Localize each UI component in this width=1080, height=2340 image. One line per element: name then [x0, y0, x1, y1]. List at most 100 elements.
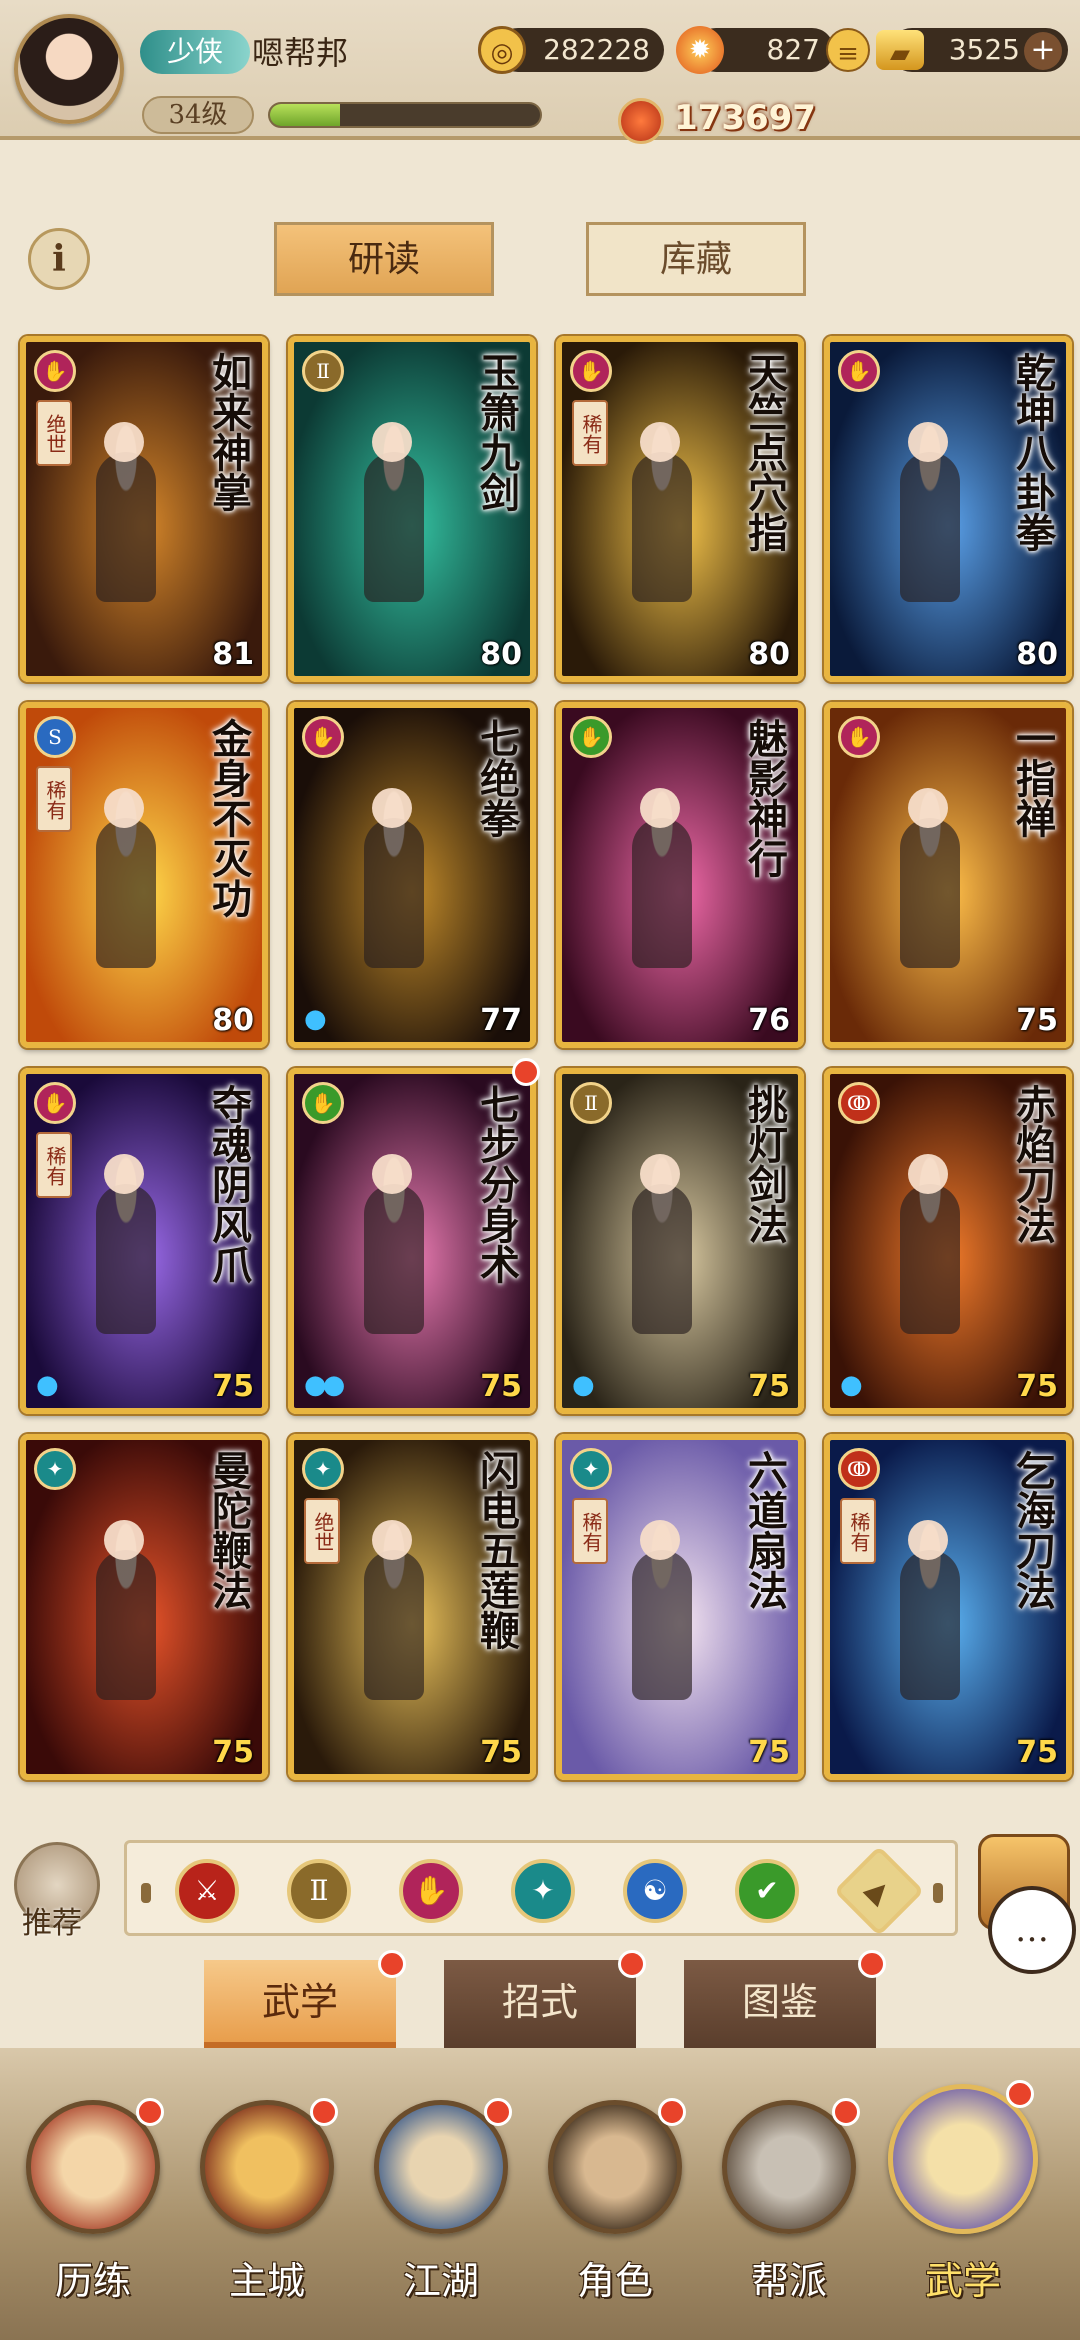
- coin-icon: ◎: [478, 26, 526, 74]
- notification-dot: [832, 2098, 860, 2126]
- nav-label: 帮派: [750, 2259, 827, 2303]
- nav-martial-arts[interactable]: 武学: [878, 2080, 1048, 2330]
- info-icon[interactable]: i: [28, 228, 90, 290]
- character-art: [66, 1144, 186, 1374]
- skill-level: 75: [1016, 1369, 1058, 1404]
- skill-name: 赤焰刀法: [1009, 1084, 1056, 1244]
- combat-power-icon: [618, 98, 664, 144]
- skill-card[interactable]: ✋ 七步分身术 75 ●●: [288, 1068, 536, 1414]
- player-avatar[interactable]: [14, 14, 124, 124]
- whip-filter-icon[interactable]: ✦: [511, 1859, 575, 1923]
- rarity-tag: 绝世: [36, 400, 72, 466]
- character-art: [602, 1144, 722, 1374]
- rarity-tag: 稀有: [572, 400, 608, 466]
- nav-training[interactable]: 历练: [8, 2098, 178, 2330]
- skill-card[interactable]: ✦ 稀有 六道扇法 75: [556, 1434, 804, 1780]
- saber-filter-icon[interactable]: ⚔: [175, 1859, 239, 1923]
- skill-name: 如来神掌: [205, 352, 252, 512]
- awaken-drop-icon: ●●: [304, 1370, 345, 1400]
- skill-card[interactable]: S 稀有 金身不灭功 80: [20, 702, 268, 1048]
- chat-bubble-icon[interactable]: …: [988, 1886, 1076, 1974]
- skill-name: 七绝拳: [473, 718, 520, 838]
- rarity-tag: 稀有: [572, 1498, 608, 1564]
- scroll-left-marker: [141, 1883, 151, 1903]
- character-art: [334, 1144, 454, 1374]
- category-filter-bar: ⚔ Ⅱ ✋ ✦ ☯ ✔ ▲: [124, 1840, 958, 1937]
- nav-label: 历练: [54, 2259, 131, 2303]
- skill-type-icon: ✋: [570, 716, 612, 758]
- rarity-tag: 稀有: [840, 1498, 876, 1564]
- skill-name: 曼陀鞭法: [205, 1450, 252, 1610]
- rank-badge: 少侠: [140, 30, 250, 74]
- skill-type-icon: ✋: [838, 350, 880, 392]
- plus-icon[interactable]: +: [1024, 32, 1062, 70]
- nav-jianghu[interactable]: 江湖: [356, 2098, 526, 2330]
- skill-type-icon: ✦: [34, 1448, 76, 1490]
- stamina-icon: ✹: [676, 26, 724, 74]
- skill-card[interactable]: ✋ 绝世 如来神掌 81: [20, 336, 268, 682]
- skill-name: 乞海刀法: [1009, 1450, 1056, 1610]
- skill-card[interactable]: ✋ 稀有 天竺点穴指 80: [556, 336, 804, 682]
- scroll-right-marker: [933, 1883, 943, 1903]
- notification-dot: [1006, 2080, 1034, 2108]
- rarity-tag: 绝世: [304, 1498, 340, 1564]
- notification-dot: [136, 2098, 164, 2126]
- skill-card[interactable]: ✦ 曼陀鞭法 75: [20, 1434, 268, 1780]
- nav-main-city[interactable]: 主城: [182, 2098, 352, 2330]
- character-art: [870, 1144, 990, 1374]
- add-stamina-icon[interactable]: ≡: [826, 28, 870, 72]
- notification-dot: [378, 1950, 406, 1978]
- skill-card[interactable]: ↂ 赤焰刀法 75 ●: [824, 1068, 1072, 1414]
- skill-level: 81: [212, 637, 254, 672]
- skill-name: 魅影神行: [741, 718, 788, 878]
- nav-guild[interactable]: 帮派: [704, 2098, 874, 2330]
- notification-dot: [310, 2098, 338, 2126]
- skill-card[interactable]: ✋ 稀有 夺魂阴风爪 75 ●: [20, 1068, 268, 1414]
- character-art: [870, 1510, 990, 1740]
- subtab-moves[interactable]: 招式: [444, 1960, 636, 2048]
- player-name: 嗯帮邦: [252, 34, 349, 72]
- notification-dot: [858, 1950, 886, 1978]
- nav-character[interactable]: 角色: [530, 2098, 700, 2330]
- character-art: [334, 778, 454, 1008]
- skill-card[interactable]: ✦ 绝世 闪电五莲鞭 75: [288, 1434, 536, 1780]
- skill-card[interactable]: ✋ 一指禅 75: [824, 702, 1072, 1048]
- tab-study[interactable]: 研读: [274, 222, 494, 296]
- fist-filter-icon[interactable]: ✋: [399, 1859, 463, 1923]
- skill-level: 75: [1016, 1735, 1058, 1770]
- filter-zone: 推荐 ⚔ Ⅱ ✋ ✦ ☯ ✔ ▲: [0, 1810, 1080, 1960]
- skill-type-icon: Ⅱ: [302, 350, 344, 392]
- subtab-codex[interactable]: 图鉴: [684, 1960, 876, 2048]
- skill-card[interactable]: ✋ 魅影神行 76: [556, 702, 804, 1048]
- skill-level: 75: [212, 1735, 254, 1770]
- exp-bar: [268, 102, 542, 128]
- character-art: [870, 778, 990, 1008]
- skill-level: 80: [748, 637, 790, 672]
- skill-card[interactable]: Ⅱ 挑灯剑法 75 ●: [556, 1068, 804, 1414]
- skill-type-icon: ✋: [302, 716, 344, 758]
- skill-name: 金身不灭功: [205, 718, 252, 918]
- internal-filter-icon[interactable]: ☯: [623, 1859, 687, 1923]
- awaken-drop-icon: ●: [840, 1370, 863, 1400]
- skill-name: 玉箫九剑: [473, 352, 520, 512]
- skill-level: 75: [748, 1369, 790, 1404]
- skill-type-icon: ↂ: [838, 1448, 880, 1490]
- character-art: [602, 778, 722, 1008]
- subtab-martial-arts[interactable]: 武学: [204, 1960, 396, 2048]
- agility-filter-icon[interactable]: ✔: [735, 1859, 799, 1923]
- upgrade-filter-icon[interactable]: ▲: [833, 1845, 925, 1937]
- tab-storage[interactable]: 库藏: [586, 222, 806, 296]
- skill-card[interactable]: ↂ 稀有 乞海刀法 75: [824, 1434, 1072, 1780]
- nav-label: 江湖: [402, 2259, 479, 2303]
- sword-filter-icon[interactable]: Ⅱ: [287, 1859, 351, 1923]
- skill-card[interactable]: Ⅱ 玉箫九剑 80: [288, 336, 536, 682]
- skill-type-icon: ↂ: [838, 1082, 880, 1124]
- skill-card[interactable]: ✋ 七绝拳 77 ●: [288, 702, 536, 1048]
- notification-dot: [512, 1058, 540, 1086]
- skill-type-icon: ✋: [302, 1082, 344, 1124]
- skill-card[interactable]: ✋ 乾坤八卦拳 80: [824, 336, 1072, 682]
- combat-power: 173697: [674, 98, 816, 138]
- skill-name: 一指禅: [1009, 718, 1056, 838]
- skill-type-icon: ✋: [34, 1082, 76, 1124]
- skill-name: 天竺点穴指: [741, 352, 788, 552]
